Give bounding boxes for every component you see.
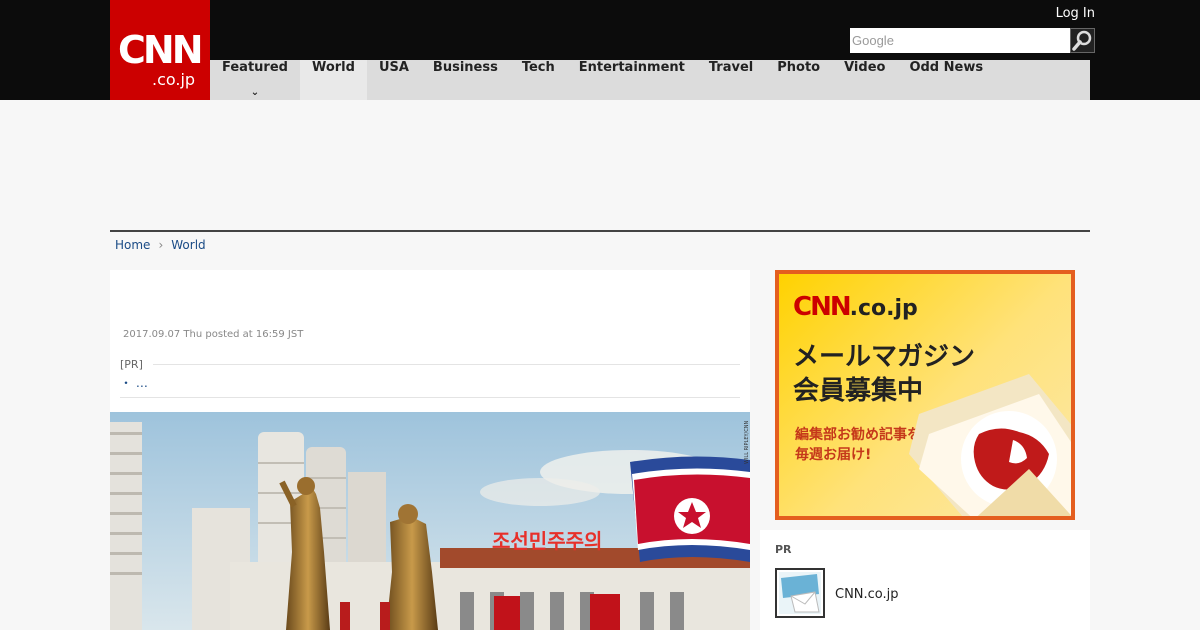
- nav-label: Tech: [521, 60, 555, 75]
- banner-logo: CNN.co.jp: [793, 292, 918, 322]
- pr-thumbnail[interactable]: [775, 568, 825, 618]
- chevron-down-icon: ⌄: [250, 87, 260, 98]
- sidebar-pr: PR CNN.co.jp: [760, 530, 1090, 630]
- nav-entertainment[interactable]: Entertainment: [567, 60, 697, 100]
- photo-credit: WILL RIPLEY/CNN: [744, 421, 750, 464]
- section-divider: [110, 230, 1090, 232]
- nav-label: Business: [432, 60, 498, 75]
- search-input[interactable]: [850, 28, 1070, 53]
- nav-label: USA: [378, 60, 409, 75]
- article-photo: 조선민주주의 WILL RIPLEY/CNN: [110, 412, 750, 630]
- nav-travel[interactable]: Travel: [697, 60, 765, 100]
- cnn-logo[interactable]: CNN .co.jp: [110, 0, 210, 100]
- pr-label: [PR]: [120, 358, 143, 371]
- nav-label: Entertainment: [578, 60, 685, 75]
- search-icon: [1072, 30, 1092, 51]
- newsletter-banner[interactable]: CNN.co.jp メールマガジン 会員募集中 編集部お勧め記事を 毎週お届け!: [775, 270, 1075, 520]
- nav-label: Photo: [777, 60, 821, 75]
- breadcrumb-world[interactable]: World: [171, 238, 205, 252]
- nav-world[interactable]: World: [299, 60, 367, 100]
- nav-label: Video: [844, 60, 886, 75]
- banner-sub-2: 毎週お届け!: [795, 447, 872, 463]
- nav-video[interactable]: Video: [832, 60, 897, 100]
- article-card: 2017.09.07 Thu posted at 16:59 JST [PR] …: [110, 270, 750, 630]
- pr-header: [PR]: [120, 358, 740, 371]
- banner-sub-1: 編集部お勧め記事を: [795, 427, 921, 443]
- mail-icon: [779, 572, 821, 614]
- breadcrumb-home[interactable]: Home: [115, 238, 150, 252]
- nav-business[interactable]: Business: [421, 60, 510, 100]
- pr-divider-bottom: [120, 397, 740, 398]
- nav-label: Travel: [708, 60, 754, 75]
- nav-label: Odd News: [909, 60, 984, 75]
- photo-sign-text: 조선민주주의: [492, 529, 602, 553]
- pr-block: [PR] ・ …: [120, 358, 740, 398]
- banner-logo-main: CNN: [793, 292, 852, 322]
- search-button[interactable]: [1070, 28, 1095, 53]
- nav-usa[interactable]: USA: [367, 60, 421, 100]
- login-link[interactable]: Log In: [1056, 6, 1095, 21]
- banner-headline-2: 会員募集中: [793, 376, 924, 406]
- sidebar-pr-title[interactable]: CNN.co.jp: [835, 587, 899, 602]
- pr-divider: [152, 364, 740, 365]
- article-date: 2017.09.07 Thu posted at 16:59 JST: [123, 329, 304, 340]
- top-header: CNN .co.jp Log In Featured ⌄ World USA B…: [0, 0, 1200, 100]
- breadcrumb: Home › World: [115, 238, 206, 252]
- banner-headline-1: メールマガジン: [793, 342, 976, 372]
- nav-label: World: [311, 60, 355, 75]
- envelope-globe-icon: [909, 374, 1071, 516]
- nav-featured[interactable]: Featured ⌄: [210, 60, 300, 100]
- pr-link[interactable]: ・ …: [120, 374, 740, 391]
- nav-label: Featured: [222, 60, 288, 75]
- nav-odd-news[interactable]: Odd News: [897, 60, 995, 100]
- sidebar-pr-label: PR: [775, 543, 792, 556]
- nav-tech[interactable]: Tech: [510, 60, 567, 100]
- banner-logo-sub: .co.jp: [849, 296, 918, 321]
- chevron-right-icon: ›: [158, 238, 164, 252]
- logo-domain: .co.jp: [152, 70, 196, 89]
- nav-photo[interactable]: Photo: [765, 60, 832, 100]
- logo-text: CNN: [118, 28, 203, 72]
- main-nav: Featured ⌄ World USA Business Tech Enter…: [210, 60, 1090, 100]
